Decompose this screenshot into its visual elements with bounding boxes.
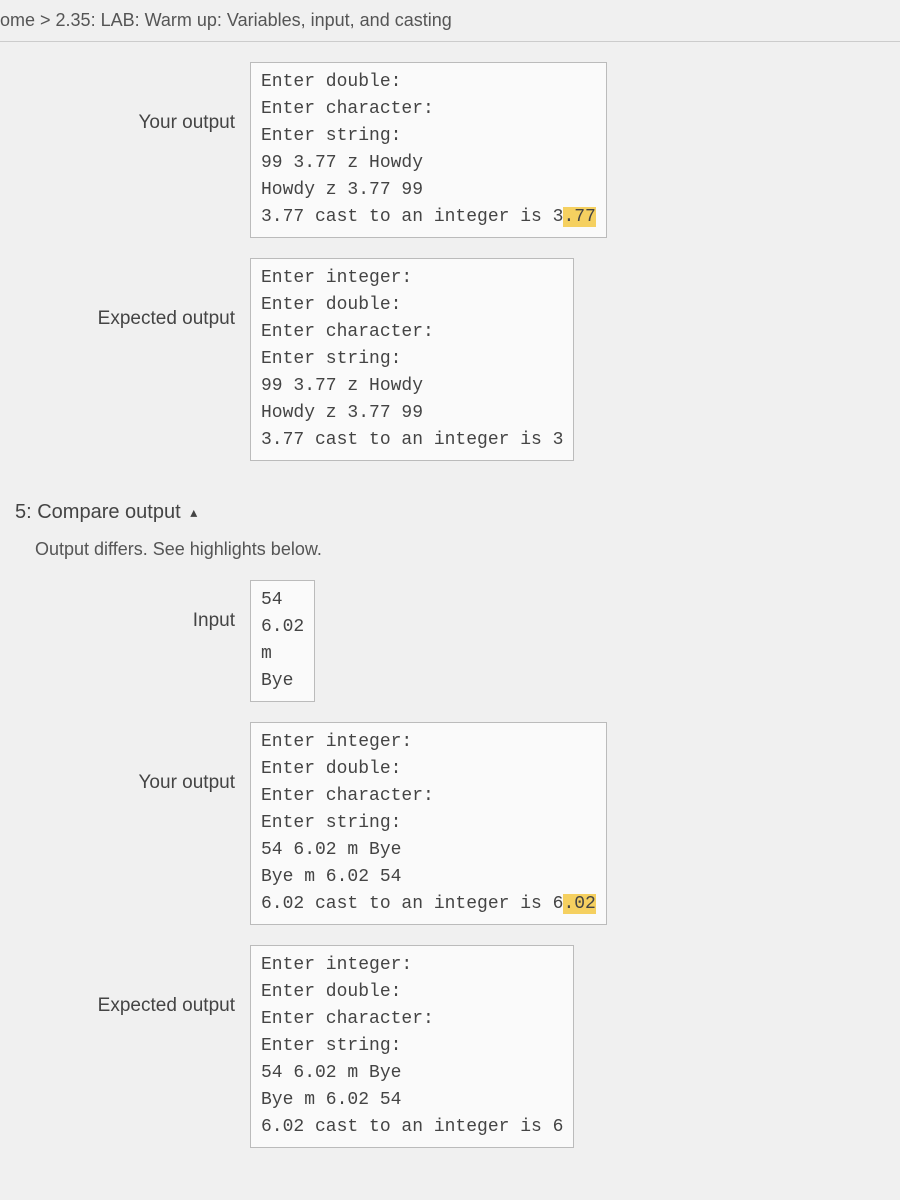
row-your-output-1: Your output Enter double: Enter characte… xyxy=(0,62,900,238)
row-expected-output-1: Expected output Enter integer: Enter dou… xyxy=(0,258,900,461)
section-5-title: 5: Compare output xyxy=(15,501,181,523)
content-area: Your output Enter double: Enter characte… xyxy=(0,62,900,1188)
your-output-label-5: Your output xyxy=(0,722,250,794)
row-input-5: Input 54 6.02 m Bye xyxy=(0,580,900,702)
your-output-text-1: Enter double: Enter character: Enter str… xyxy=(261,72,563,227)
input-box-5: 54 6.02 m Bye xyxy=(250,580,315,702)
breadcrumb[interactable]: ome > 2.35: LAB: Warm up: Variables, inp… xyxy=(0,0,900,42)
your-output-label-1: Your output xyxy=(0,62,250,134)
your-output-box-5: Enter integer: Enter double: Enter chara… xyxy=(250,722,607,925)
your-output-text-5: Enter integer: Enter double: Enter chara… xyxy=(261,732,563,914)
row-your-output-5: Your output Enter integer: Enter double:… xyxy=(0,722,900,925)
diff-highlight-1: .77 xyxy=(563,207,595,227)
input-label-5: Input xyxy=(0,580,250,632)
row-expected-output-5: Expected output Enter integer: Enter dou… xyxy=(0,945,900,1148)
chevron-up-icon: ▴ xyxy=(190,504,197,521)
section-5-subtitle: Output differs. See highlights below. xyxy=(35,539,900,560)
your-output-box-1: Enter double: Enter character: Enter str… xyxy=(250,62,607,238)
diff-highlight-5: .02 xyxy=(563,894,595,914)
section-5-header[interactable]: 5: Compare output ▴ xyxy=(15,501,900,524)
expected-output-label-5: Expected output xyxy=(0,945,250,1017)
expected-output-box-1: Enter integer: Enter double: Enter chara… xyxy=(250,258,574,461)
expected-output-box-5: Enter integer: Enter double: Enter chara… xyxy=(250,945,574,1148)
expected-output-label-1: Expected output xyxy=(0,258,250,330)
